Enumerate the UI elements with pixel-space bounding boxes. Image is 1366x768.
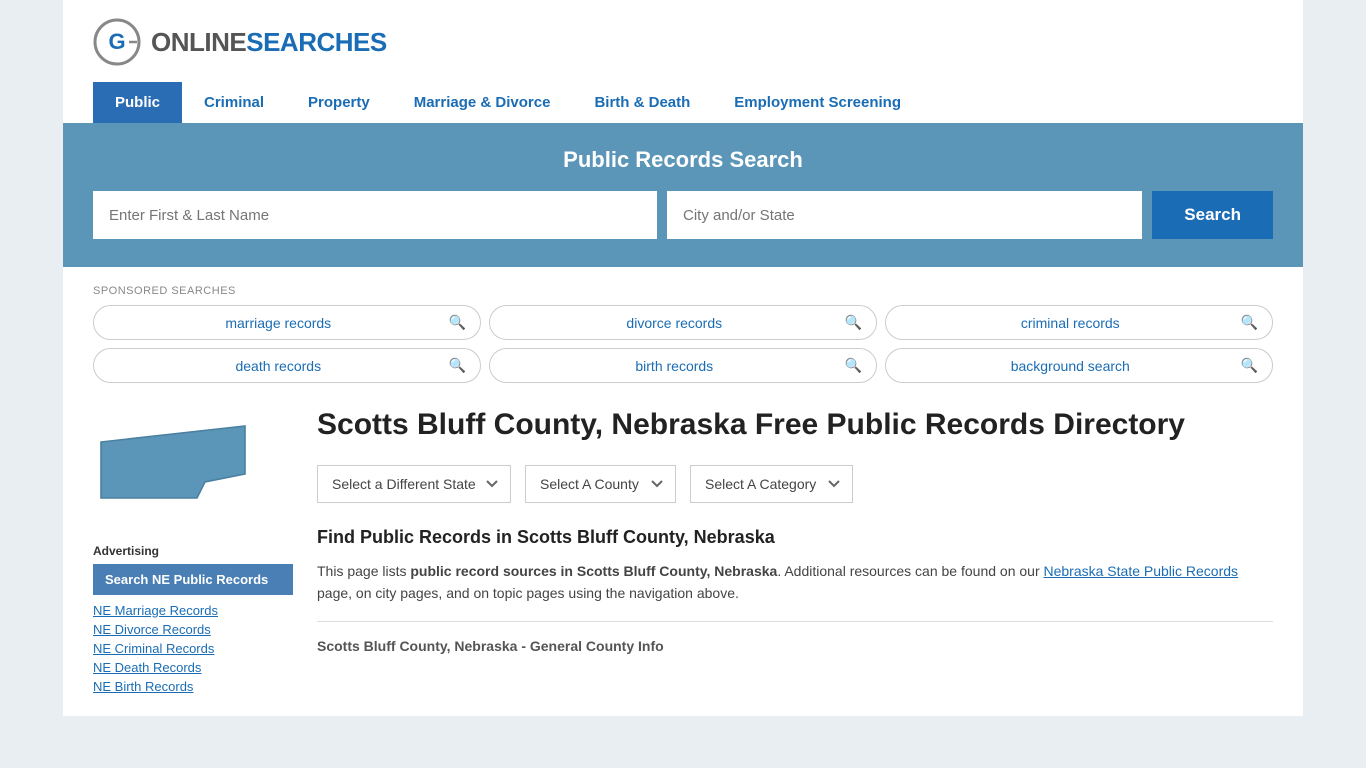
search-icon: 🔍 — [845, 314, 862, 331]
logo-text-online: ONLINE — [151, 27, 246, 57]
sponsored-item-divorce[interactable]: divorce records 🔍 — [489, 305, 877, 340]
nav-item-birth-death[interactable]: Birth & Death — [572, 82, 712, 123]
svg-text:G: G — [108, 29, 125, 54]
nav-item-property[interactable]: Property — [286, 82, 392, 123]
sponsored-item-death-text: death records — [108, 358, 449, 374]
main-content: SPONSORED SEARCHES marriage records 🔍 di… — [63, 267, 1303, 716]
nav-item-public[interactable]: Public — [93, 82, 182, 123]
search-icon: 🔍 — [449, 357, 466, 374]
search-icon: 🔍 — [845, 357, 862, 374]
main-nav: Public Criminal Property Marriage & Divo… — [93, 82, 1273, 123]
logo-area: G ONLINESEARCHES — [93, 18, 1273, 66]
desc-bold: public record sources in Scotts Bluff Co… — [410, 563, 777, 579]
sponsored-label: SPONSORED SEARCHES — [93, 285, 1273, 297]
find-records-description: This page lists public record sources in… — [317, 560, 1273, 605]
desc-part3: page, on city pages, and on topic pages … — [317, 585, 739, 601]
sponsored-item-criminal[interactable]: criminal records 🔍 — [885, 305, 1273, 340]
sponsored-item-marriage[interactable]: marriage records 🔍 — [93, 305, 481, 340]
sponsored-item-marriage-text: marriage records — [108, 315, 449, 331]
desc-part1: This page lists — [317, 563, 410, 579]
nav-item-criminal[interactable]: Criminal — [182, 82, 286, 123]
ad-highlight-box[interactable]: Search NE Public Records — [93, 564, 293, 595]
search-icon: 🔍 — [449, 314, 466, 331]
search-button[interactable]: Search — [1152, 191, 1273, 239]
general-info-heading: Scotts Bluff County, Nebraska - General … — [317, 630, 1273, 658]
sidebar-link-marriage[interactable]: NE Marriage Records — [93, 603, 293, 618]
nav-item-marriage-divorce[interactable]: Marriage & Divorce — [392, 82, 573, 123]
logo-text-searches: SEARCHES — [246, 27, 386, 57]
category-dropdown[interactable]: Select A Category — [690, 465, 853, 503]
header: G ONLINESEARCHES Public Criminal Propert… — [63, 0, 1303, 123]
advertising-label: Advertising — [93, 544, 293, 558]
nav-item-employment[interactable]: Employment Screening — [712, 82, 923, 123]
dropdowns-row: Select a Different State Select A County… — [317, 465, 1273, 503]
nebraska-map — [93, 407, 253, 517]
find-records-title: Find Public Records in Scotts Bluff Coun… — [317, 527, 1273, 548]
search-icon: 🔍 — [1241, 357, 1258, 374]
location-search-input[interactable] — [667, 191, 1142, 239]
sponsored-item-birth-text: birth records — [504, 358, 845, 374]
name-search-input[interactable] — [93, 191, 657, 239]
search-form: Search — [93, 191, 1273, 239]
state-dropdown[interactable]: Select a Different State — [317, 465, 511, 503]
search-banner-title: Public Records Search — [93, 147, 1273, 173]
sidebar-link-death[interactable]: NE Death Records — [93, 660, 293, 675]
sponsored-item-background[interactable]: background search 🔍 — [885, 348, 1273, 383]
sponsored-item-criminal-text: criminal records — [900, 315, 1241, 331]
left-sidebar: Advertising Search NE Public Records NE … — [93, 407, 293, 698]
search-banner: Public Records Search Search — [63, 123, 1303, 267]
desc-link[interactable]: Nebraska State Public Records — [1044, 563, 1239, 579]
brand-logo-icon: G — [93, 18, 141, 66]
sidebar-link-divorce[interactable]: NE Divorce Records — [93, 622, 293, 637]
content-section: Advertising Search NE Public Records NE … — [93, 407, 1273, 698]
county-dropdown[interactable]: Select A County — [525, 465, 676, 503]
sponsored-item-background-text: background search — [900, 358, 1241, 374]
sponsored-grid: marriage records 🔍 divorce records 🔍 cri… — [93, 305, 1273, 383]
page-title: Scotts Bluff County, Nebraska Free Publi… — [317, 407, 1273, 443]
desc-part2: . Additional resources can be found on o… — [777, 563, 1043, 579]
sponsored-item-divorce-text: divorce records — [504, 315, 845, 331]
sidebar-link-birth[interactable]: NE Birth Records — [93, 679, 293, 694]
sponsored-item-death[interactable]: death records 🔍 — [93, 348, 481, 383]
main-column: Scotts Bluff County, Nebraska Free Publi… — [317, 407, 1273, 698]
advertising-section: Advertising Search NE Public Records NE … — [93, 544, 293, 694]
sponsored-item-birth[interactable]: birth records 🔍 — [489, 348, 877, 383]
sidebar-link-criminal[interactable]: NE Criminal Records — [93, 641, 293, 656]
search-icon: 🔍 — [1241, 314, 1258, 331]
section-divider — [317, 621, 1273, 622]
